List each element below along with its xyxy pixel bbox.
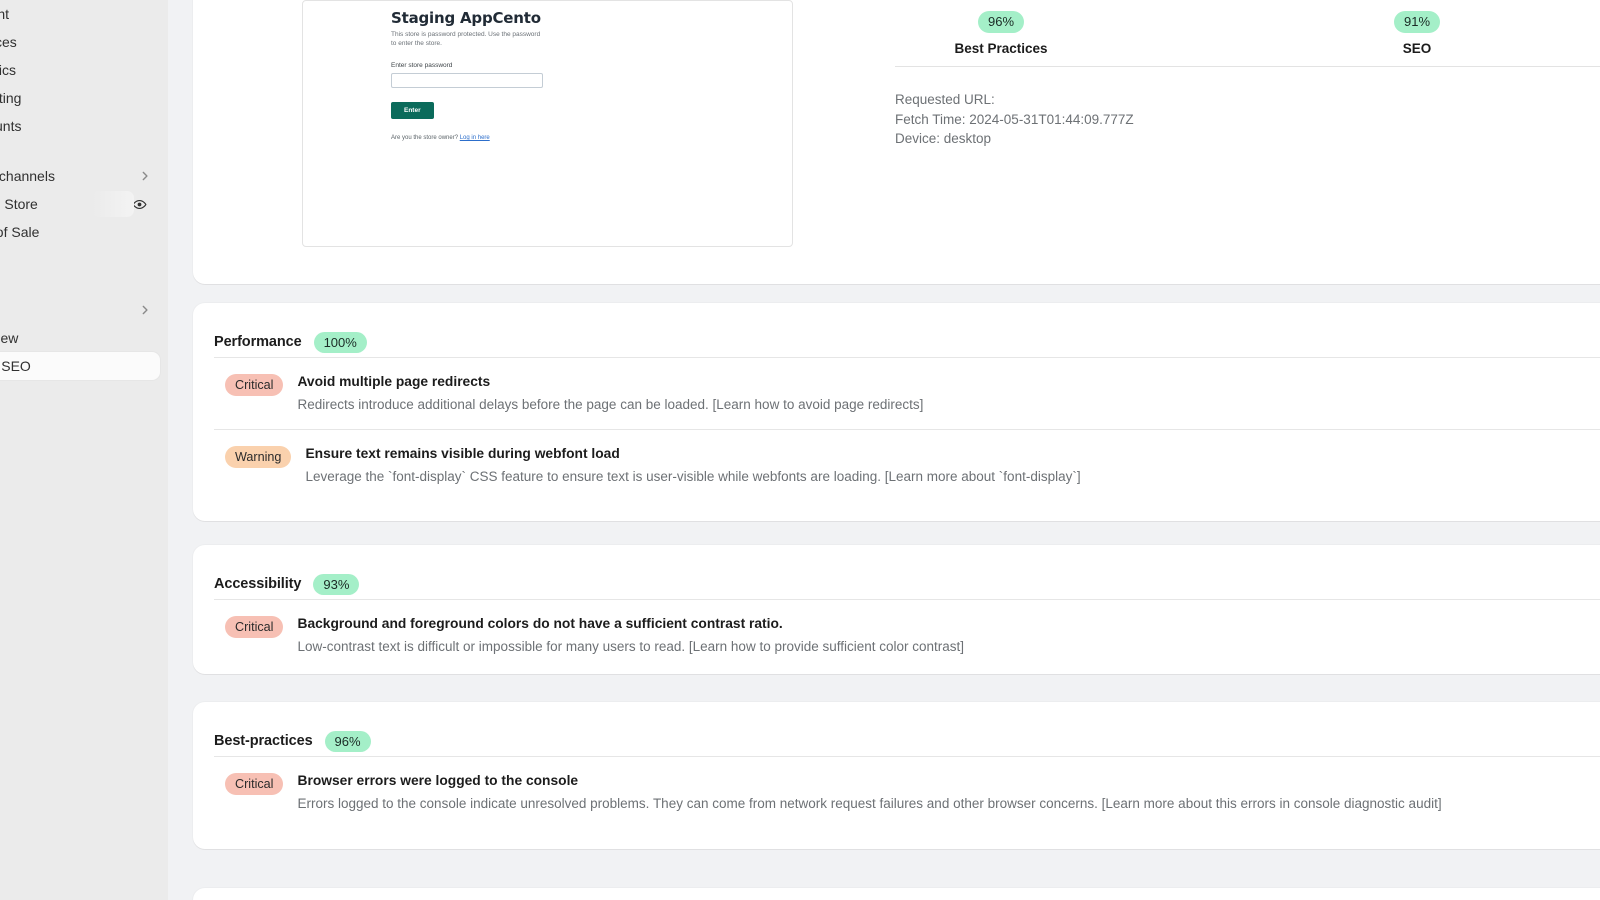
preview-owner-login-link[interactable]: Log in here bbox=[460, 135, 490, 141]
sidebar-item-label: Apps bbox=[0, 303, 138, 317]
sidebar-nav-primary: Content Finances Analytics Marketing Dis… bbox=[0, 0, 168, 140]
sidebar-item-label: Online Store bbox=[0, 196, 38, 212]
store-preview-frame: Staging AppCento This store is password … bbox=[302, 0, 793, 247]
sidebar-group-apps[interactable]: Apps bbox=[0, 296, 160, 324]
summary-meta: Requested URL: Fetch Time: 2024-05-31T01… bbox=[895, 90, 1134, 149]
score-label: SEO bbox=[1402, 40, 1432, 56]
audit-row[interactable]: Critical Browser errors were logged to t… bbox=[193, 757, 1600, 828]
store-password-page: Staging AppCento This store is password … bbox=[391, 9, 751, 141]
preview-store-title: Staging AppCento bbox=[391, 9, 541, 27]
requested-url: Requested URL: bbox=[895, 92, 995, 107]
audit-title: Avoid multiple page redirects bbox=[297, 374, 491, 389]
sidebar-item-label: Shop bbox=[0, 253, 152, 267]
sidebar: Content Finances Analytics Marketing Dis… bbox=[0, 0, 168, 900]
audit-description: Low-contrast text is difficult or imposs… bbox=[297, 639, 965, 654]
audit-title: Background and foreground colors do not … bbox=[297, 616, 783, 631]
score-best-practices: 96% Best Practices bbox=[793, 0, 1209, 56]
score-strip: 96% Best Practices 91% SEO bbox=[793, 0, 1600, 66]
sidebar-item-label: Discounts bbox=[0, 118, 22, 134]
score-badge: 91% bbox=[1393, 11, 1441, 33]
section-score-badge: 100% bbox=[313, 331, 367, 353]
summary-divider bbox=[895, 66, 1600, 67]
section-score-badge: 96% bbox=[324, 730, 371, 752]
sidebar-item-label: Finances bbox=[0, 34, 17, 50]
audit-body: Avoid multiple page redirects Redirects … bbox=[297, 372, 923, 415]
section-card-accessibility: Accessibility 93% Critical Background an… bbox=[193, 545, 1600, 674]
preview-password-label: Enter store password bbox=[391, 61, 453, 69]
audit-body: Browser errors were logged to the consol… bbox=[297, 771, 1441, 814]
summary-inner: Staging AppCento This store is password … bbox=[193, 0, 1600, 284]
audit-body: Background and foreground colors do not … bbox=[297, 614, 964, 657]
sidebar-item-finances[interactable]: Finances bbox=[0, 28, 160, 56]
sidebar-item-analytics[interactable]: Analytics bbox=[0, 56, 160, 84]
sidebar-divider-apps bbox=[0, 274, 168, 296]
preview-enter-button[interactable]: Enter bbox=[391, 101, 434, 119]
sidebar-item-label: Sales channels bbox=[0, 168, 55, 184]
sidebar-nav-apps: Apps Overview Smart SEO bbox=[0, 296, 168, 380]
sidebar-item-smart-seo[interactable]: Smart SEO bbox=[0, 352, 160, 380]
sidebar-item-point-of-sale[interactable]: Point of Sale bbox=[0, 218, 160, 246]
main-content: Staging AppCento This store is password … bbox=[168, 0, 1600, 900]
audit-row[interactable]: Critical Avoid multiple page redirects R… bbox=[193, 358, 1600, 429]
section-title: Best-practices bbox=[214, 733, 313, 749]
sidebar-item-content[interactable]: Content bbox=[0, 0, 160, 28]
sidebar-item-label: Marketing bbox=[0, 90, 22, 106]
device: Device: desktop bbox=[895, 131, 992, 146]
section-header: Accessibility 93% bbox=[193, 545, 1600, 599]
sidebar-divider-channels bbox=[0, 140, 168, 162]
audit-body: Ensure text remains visible during webfo… bbox=[305, 444, 1080, 487]
fetch-time: Fetch Time: 2024-05-31T01:44:09.777Z bbox=[895, 111, 1134, 127]
audit-row[interactable]: Warning Ensure text remains visible duri… bbox=[193, 430, 1600, 501]
section-title: Accessibility bbox=[214, 576, 302, 592]
sidebar-item-label: Analytics bbox=[0, 62, 17, 78]
app-root: Content Finances Analytics Marketing Dis… bbox=[0, 0, 1600, 900]
audit-description: Leverage the `font-display` CSS feature … bbox=[305, 469, 1081, 485]
sidebar-item-shop[interactable]: Shop bbox=[0, 246, 160, 274]
severity-badge: Critical bbox=[225, 773, 284, 795]
sidebar-item-online-store[interactable]: Online Store bbox=[0, 190, 160, 218]
audit-title: Ensure text remains visible during webfo… bbox=[305, 446, 620, 462]
section-header: Best-practices 96% bbox=[193, 702, 1600, 756]
preview-description: This store is password protected. Use th… bbox=[391, 31, 541, 48]
sidebar-item-label: Point of Sale bbox=[0, 224, 40, 240]
sidebar-nav-channels: Sales channels Online Store Point of Sal… bbox=[0, 162, 168, 274]
section-title: Performance bbox=[214, 334, 302, 350]
preview-owner-row: Are you the store owner? Log in here bbox=[391, 135, 751, 141]
sidebar-group-sales-channels[interactable]: Sales channels bbox=[0, 162, 160, 190]
audit-description: Errors logged to the console indicate un… bbox=[297, 796, 1442, 811]
section-card-performance: Performance 100% Critical Avoid multiple… bbox=[193, 303, 1600, 521]
chevron-right-icon bbox=[138, 169, 152, 183]
sidebar-item-label: Smart SEO bbox=[0, 358, 31, 374]
chevron-right-icon bbox=[138, 303, 152, 317]
severity-badge: Critical bbox=[225, 616, 284, 638]
section-card-next-partial bbox=[193, 888, 1600, 900]
score-badge: 96% bbox=[977, 11, 1025, 33]
summary-card: Staging AppCento This store is password … bbox=[193, 0, 1600, 284]
preview-owner-prompt: Are you the store owner? bbox=[391, 134, 459, 141]
score-seo: 91% SEO bbox=[1209, 0, 1600, 56]
audit-row[interactable]: Critical Background and foreground color… bbox=[193, 600, 1600, 671]
sidebar-item-overview[interactable]: Overview bbox=[0, 324, 160, 352]
audit-description: Redirects introduce additional delays be… bbox=[297, 397, 924, 412]
severity-badge: Warning bbox=[225, 446, 292, 469]
section-score-badge: 93% bbox=[313, 573, 360, 595]
score-label: Best Practices bbox=[954, 40, 1048, 56]
sidebar-item-discounts[interactable]: Discounts bbox=[0, 112, 160, 140]
sidebar-item-marketing[interactable]: Marketing bbox=[0, 84, 160, 112]
preview-password-input[interactable] bbox=[391, 72, 543, 88]
sidebar-item-label: Content bbox=[0, 6, 10, 22]
sidebar-item-label: Overview bbox=[0, 330, 19, 346]
section-header: Performance 100% bbox=[193, 303, 1600, 357]
severity-badge: Critical bbox=[225, 374, 284, 396]
eye-icon[interactable] bbox=[126, 191, 152, 217]
section-card-best-practices: Best-practices 96% Critical Browser erro… bbox=[193, 702, 1600, 849]
audit-title: Browser errors were logged to the consol… bbox=[297, 773, 579, 788]
